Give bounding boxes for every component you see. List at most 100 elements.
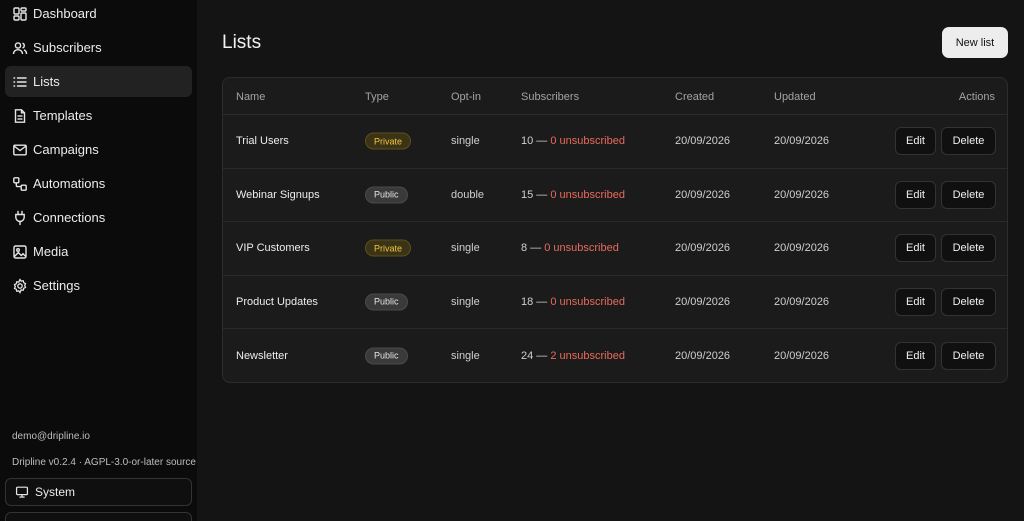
sidebar-item-dashboard[interactable]: Dashboard <box>5 0 192 29</box>
subscriber-count: 18 — <box>521 295 548 308</box>
subscribers-value: 8 — 0 unsubscribed <box>521 242 619 254</box>
sidebar: Dashboard Subscribers Lists Templates Ca… <box>0 0 197 521</box>
sidebar-item-label: Connections <box>33 210 106 225</box>
edit-button[interactable]: Edit <box>895 234 936 263</box>
optin-value: single <box>451 295 480 308</box>
optin-value: single <box>451 135 480 148</box>
list-name: VIP Customers <box>236 242 310 255</box>
edit-button[interactable]: Edit <box>895 180 936 209</box>
column-header-type: Type <box>365 91 389 103</box>
image-icon <box>12 244 28 260</box>
column-header-optin: Opt-in <box>451 91 481 103</box>
theme-select[interactable]: System <box>5 478 192 506</box>
type-badge: Public <box>365 293 408 311</box>
updated-date: 20/09/2026 <box>774 135 830 148</box>
users-icon <box>12 40 28 56</box>
subscriber-count: 15 — <box>521 188 548 201</box>
workflow-icon <box>12 176 28 192</box>
unsubscribed-count: 0 unsubscribed <box>550 135 625 148</box>
monitor-icon <box>15 485 29 499</box>
gear-icon <box>12 277 28 294</box>
sidebar-item-label: Subscribers <box>33 40 102 55</box>
mail-icon <box>12 142 28 158</box>
created-date: 20/09/2026 <box>675 242 731 255</box>
updated-date: 20/09/2026 <box>774 295 830 308</box>
optin-value: double <box>451 188 485 201</box>
sidebar-item-lists[interactable]: Lists <box>5 66 192 97</box>
table-row: Webinar Signups Public double 15 — 0 uns… <box>223 169 1007 222</box>
subscribers-value: 15 — 0 unsubscribed <box>521 189 625 201</box>
subscribers-value: 18 — 0 unsubscribed <box>521 296 625 308</box>
updated-date: 20/09/2026 <box>774 242 830 255</box>
column-header-subscribers: Subscribers <box>521 91 580 103</box>
unsubscribed-count: 0 unsubscribed <box>550 295 625 308</box>
column-header-created: Created <box>675 91 715 103</box>
column-header-updated: Updated <box>774 91 816 103</box>
subscriber-count: 8 — <box>521 242 542 255</box>
page-title: Lists <box>222 32 262 53</box>
lists-table: Name Type Opt-in Subscribers Created Upd… <box>222 77 1008 383</box>
sidebar-item-label: Templates <box>33 108 93 123</box>
table-row: Newsletter Public single 24 — 2 unsubscr… <box>223 329 1007 382</box>
optin-value: single <box>451 242 480 255</box>
table-row: Trial Users Private single 10 — 0 unsubs… <box>223 115 1007 169</box>
edit-button[interactable]: Edit <box>895 287 936 316</box>
sidebar-nav: Dashboard Subscribers Lists Templates Ca… <box>5 0 192 304</box>
subscribers-value: 10 — 0 unsubscribed <box>521 135 625 147</box>
edit-button[interactable]: Edit <box>895 127 936 156</box>
column-header-actions: Actions <box>958 91 995 103</box>
sidebar-item-label: Campaigns <box>33 142 99 157</box>
sidebar-item-templates[interactable]: Templates <box>5 100 192 131</box>
sidebar-item-label: Settings <box>33 278 80 293</box>
sidebar-item-label: Media <box>33 244 69 259</box>
user-email: demo@dripline.io <box>12 431 90 442</box>
dashboard-icon <box>12 6 28 22</box>
list-name: Trial Users <box>236 135 289 148</box>
sidebar-item-label: Dashboard <box>33 6 97 21</box>
updated-date: 20/09/2026 <box>774 349 830 362</box>
delete-button[interactable]: Delete <box>941 127 996 156</box>
delete-button[interactable]: Delete <box>941 180 996 209</box>
table-row: VIP Customers Private single 8 — 0 unsub… <box>223 222 1007 276</box>
column-header-name: Name <box>236 91 266 103</box>
sidebar-item-label: Automations <box>33 176 106 191</box>
subscribers-value: 24 — 2 unsubscribed <box>521 350 625 362</box>
account-menu-button[interactable] <box>5 512 192 521</box>
sidebar-item-connections[interactable]: Connections <box>5 202 192 233</box>
edit-button[interactable]: Edit <box>895 341 936 370</box>
subscriber-count: 24 — <box>521 349 548 362</box>
list-icon <box>12 74 28 90</box>
updated-date: 20/09/2026 <box>774 188 830 201</box>
type-badge: Public <box>365 347 408 365</box>
created-date: 20/09/2026 <box>675 188 731 201</box>
unsubscribed-count: 0 unsubscribed <box>550 188 625 201</box>
created-date: 20/09/2026 <box>675 349 731 362</box>
plug-icon <box>12 210 28 226</box>
list-name: Product Updates <box>236 295 318 308</box>
delete-button[interactable]: Delete <box>941 341 996 370</box>
optin-value: single <box>451 349 480 362</box>
list-name: Newsletter <box>236 349 288 362</box>
created-date: 20/09/2026 <box>675 135 731 148</box>
subscriber-count: 10 — <box>521 135 548 148</box>
created-date: 20/09/2026 <box>675 295 731 308</box>
table-row: Product Updates Public single 18 — 0 uns… <box>223 276 1007 329</box>
delete-button[interactable]: Delete <box>941 234 996 263</box>
new-list-button[interactable]: New list <box>942 27 1008 58</box>
sidebar-item-settings[interactable]: Settings <box>5 270 192 301</box>
sidebar-item-campaigns[interactable]: Campaigns <box>5 134 192 165</box>
type-badge: Private <box>365 239 412 257</box>
delete-button[interactable]: Delete <box>941 287 996 316</box>
type-badge: Public <box>365 186 408 204</box>
version-text: Dripline v0.2.4 · AGPL-3.0-or-later sour… <box>12 457 196 468</box>
file-text-icon <box>12 108 28 124</box>
unsubscribed-count: 2 unsubscribed <box>550 349 625 362</box>
sidebar-item-subscribers[interactable]: Subscribers <box>5 32 192 63</box>
sidebar-item-media[interactable]: Media <box>5 236 192 267</box>
list-name: Webinar Signups <box>236 188 320 201</box>
table-header: Name Type Opt-in Subscribers Created Upd… <box>223 78 1007 115</box>
unsubscribed-count: 0 unsubscribed <box>544 242 619 255</box>
sidebar-item-automations[interactable]: Automations <box>5 168 192 199</box>
type-badge: Private <box>365 132 412 150</box>
sidebar-item-label: Lists <box>33 74 60 89</box>
